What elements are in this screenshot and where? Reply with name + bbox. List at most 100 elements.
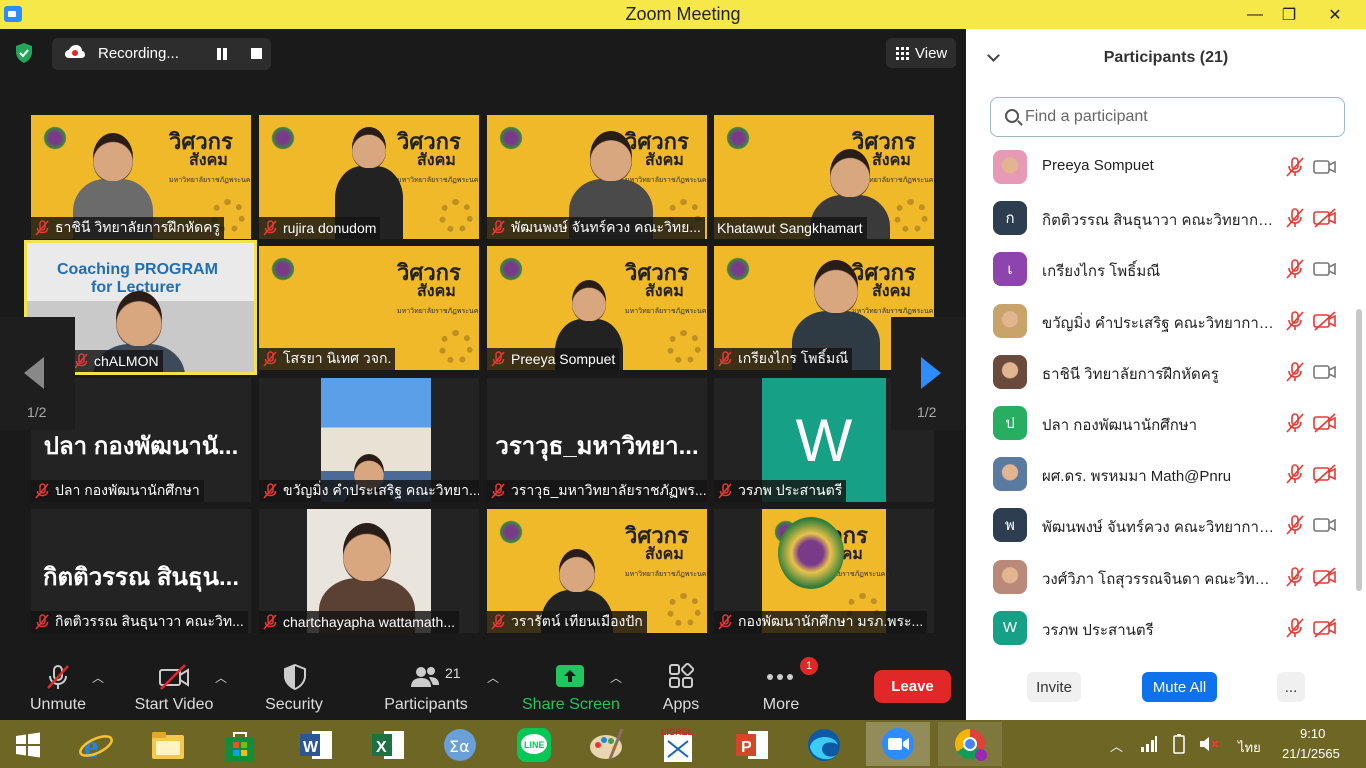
participant-search-box[interactable]: [990, 97, 1345, 137]
next-page-button[interactable]: 1/2: [891, 317, 966, 430]
video-tile[interactable]: วิศวกร สังคม มหาวิทยาลัยราชภัฏพระนคร วรารัต…: [487, 509, 707, 633]
edge-icon[interactable]: [804, 725, 844, 765]
video-on-icon[interactable]: [1313, 362, 1337, 382]
participant-row[interactable]: วงศ์วิภา โถสุวรรณจินดา คณะวิทยาการ...: [966, 551, 1356, 602]
video-off-icon[interactable]: [1313, 413, 1337, 433]
participant-row[interactable]: ก กิตติวรรณ สินธุนาวา คณะวิทยาการจัด...: [966, 192, 1356, 243]
clock-time[interactable]: 9:10: [1300, 726, 1325, 741]
page-indicator-left: 1/2: [27, 404, 47, 420]
close-button[interactable]: ✕: [1312, 0, 1358, 29]
video-on-icon[interactable]: [1313, 259, 1337, 279]
show-hidden-icons-icon[interactable]: ︿: [1110, 736, 1123, 755]
leave-button[interactable]: Leave: [874, 670, 951, 703]
video-tile[interactable]: วราวุธ_มหาวิทยา... วราวุธ_มหาวิทยาลัยราชภ…: [487, 378, 707, 502]
chrome-taskbar-button[interactable]: [938, 722, 1002, 766]
participant-row[interactable]: ธาชินี วิทยาลัยการฝึกหัดครู: [966, 346, 1356, 397]
zoom-taskbar-button[interactable]: [866, 722, 930, 766]
view-label: View: [915, 44, 948, 62]
participant-row[interactable]: ป ปลา กองพัฒนานักศึกษา: [966, 397, 1356, 448]
participants-button[interactable]: 21 Participants: [383, 649, 469, 720]
microphone-muted-icon[interactable]: [1284, 310, 1306, 332]
microphone-muted-icon[interactable]: [1284, 156, 1306, 178]
apps-label: Apps: [662, 696, 700, 713]
microphone-muted-icon[interactable]: [1284, 514, 1306, 536]
panel-more-button[interactable]: ...: [1277, 672, 1305, 702]
microphone-muted-icon[interactable]: [1284, 463, 1306, 485]
word-icon[interactable]: W: [296, 725, 336, 765]
microphone-muted-icon[interactable]: [1284, 617, 1306, 639]
invite-button[interactable]: Invite: [1027, 672, 1081, 702]
video-on-icon[interactable]: [1313, 157, 1337, 177]
previous-page-button[interactable]: 1/2: [0, 317, 75, 430]
video-tile[interactable]: วิศวกร สังคม มหาวิทยาลัยราชภัฏพระนคร Preeya…: [487, 246, 707, 370]
video-tile[interactable]: วิศวกรสังคมมหาวิทยาลัยราชภัฏพระนครกองพัฒ…: [714, 509, 934, 633]
video-tile[interactable]: วิศวกร สังคม มหาวิทยาลัยราชภัฏพระนคร ธาชินี…: [31, 115, 251, 239]
store-icon[interactable]: [220, 725, 260, 765]
paint-icon[interactable]: [586, 725, 626, 765]
video-off-icon[interactable]: [1313, 618, 1337, 638]
video-tile[interactable]: วิศวกร สังคม มหาวิทยาลัยราชภัฏพระนคร Khataw…: [714, 115, 934, 239]
gear-decoration-icon: [439, 199, 473, 233]
video-tile[interactable]: ขวัญมิ่ง คำประเสริฐ คณะวิทยา...: [259, 378, 479, 502]
mute-all-button[interactable]: Mute All: [1142, 672, 1217, 702]
stop-recording-icon[interactable]: [251, 48, 262, 59]
video-tile[interactable]: วิศวกร สังคม มหาวิทยาลัยราชภัฏพระนคร พัฒนพง…: [487, 115, 707, 239]
file-explorer-icon[interactable]: [148, 725, 188, 765]
apps-button[interactable]: Apps: [652, 649, 710, 720]
video-off-icon[interactable]: [1313, 310, 1337, 331]
share-options-caret-icon[interactable]: ︿: [610, 669, 622, 686]
participant-row[interactable]: ขวัญมิ่ง คำประเสริฐ คณะวิทยาการจัดก...: [966, 295, 1356, 346]
microphone-muted-icon[interactable]: [1284, 258, 1306, 280]
clock-date[interactable]: 21/1/2565: [1282, 746, 1340, 761]
volume-muted-icon[interactable]: [1198, 734, 1220, 754]
participant-face: [814, 260, 858, 313]
participant-row[interactable]: W วรภพ ประสานตรี: [966, 602, 1356, 653]
encryption-shield-icon[interactable]: [12, 41, 36, 65]
participant-search-input[interactable]: [1025, 106, 1325, 128]
microphone-muted-icon[interactable]: [1284, 207, 1306, 229]
video-tile[interactable]: กิตติวรรณ สินธุน... กิตติวรรณ สินธุนาวา ค…: [31, 509, 251, 633]
video-tile[interactable]: chartchayapha wattamath...: [259, 509, 479, 633]
microphone-muted-icon: [490, 220, 506, 236]
lisrel-icon[interactable]: LISREL: [658, 725, 698, 765]
participant-row[interactable]: Preeya Sompuet: [966, 141, 1356, 192]
maximize-button[interactable]: ❐: [1266, 0, 1312, 29]
line-icon[interactable]: LINE: [514, 725, 554, 765]
participant-list-scrollbar[interactable]: [1356, 309, 1362, 591]
internet-explorer-icon[interactable]: e: [76, 725, 116, 765]
video-off-icon[interactable]: [1313, 208, 1337, 228]
participant-row[interactable]: พ พัฒนพงษ์ จันทร์ควง คณะวิทยาการจัด...: [966, 499, 1356, 550]
video-tile[interactable]: วิศวกร สังคม มหาวิทยาลัยราชภัฏพระนคร rujira…: [259, 115, 479, 239]
slide-caption: มหาวิทยาลัยราชภัฏพระนคร: [852, 308, 934, 315]
video-on-icon[interactable]: [1313, 515, 1337, 535]
share-screen-button[interactable]: Share Screen: [522, 649, 620, 720]
video-tile[interactable]: วิศวกร สังคม มหาวิทยาลัยราชภัฏพระนคร โสรยา …: [259, 246, 479, 370]
battery-icon[interactable]: [1170, 734, 1188, 754]
microphone-muted-icon: [34, 220, 50, 236]
video-options-caret-icon[interactable]: ︿: [215, 669, 227, 686]
slide-brand-subtitle: สังคม: [872, 283, 911, 300]
signal-icon[interactable]: [1140, 736, 1158, 752]
participants-options-caret-icon[interactable]: ︿: [487, 669, 499, 686]
excel-icon[interactable]: X: [368, 725, 408, 765]
participant-name-label: กิตติวรรณ สินธุนาวา คณะวิท...: [31, 611, 248, 633]
video-off-icon[interactable]: [1313, 464, 1337, 484]
microphone-muted-icon[interactable]: [1284, 412, 1306, 434]
arrow-right-icon: [921, 357, 941, 389]
microphone-muted-icon[interactable]: [1284, 566, 1306, 588]
powerpoint-icon[interactable]: P: [732, 725, 772, 765]
participant-row[interactable]: ผศ.ดร. พรหมมา Math@Pnru: [966, 448, 1356, 499]
math-input-icon[interactable]: Σα: [440, 725, 480, 765]
participant-row[interactable]: เ เกรียงไกร โพธิ์มณี: [966, 243, 1356, 294]
video-off-icon[interactable]: [1313, 566, 1337, 587]
audio-options-caret-icon[interactable]: ︿: [92, 669, 104, 686]
windows-start-icon[interactable]: [8, 725, 48, 765]
unmute-button[interactable]: Unmute: [22, 649, 94, 720]
start-video-button[interactable]: Start Video: [130, 649, 218, 720]
pause-recording-icon[interactable]: [216, 48, 228, 60]
microphone-muted-icon[interactable]: [1284, 361, 1306, 383]
participant-face: [343, 523, 391, 581]
security-button[interactable]: Security: [258, 649, 330, 720]
view-button[interactable]: View: [886, 38, 956, 68]
input-language[interactable]: ไทย: [1238, 737, 1261, 758]
